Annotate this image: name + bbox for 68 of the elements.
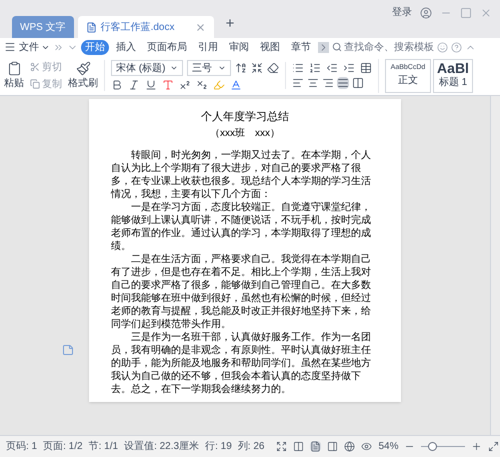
copy-icon: [30, 79, 40, 89]
menu-tab[interactable]: 插入: [112, 40, 140, 54]
paragraph: 三是作为一名班干部，认真做好服务工作。作为一名团员，我有明确的是非观念，有原则性。平时认真做好班主任的助手，能为所能及地服务和帮助同学们。虽然在某些地方我认为自己做的还不够，但我会本着认真的态度坚持做下去。总之，在下一学期我会继续努力的。: [111, 330, 372, 396]
caret-icon: [170, 64, 178, 72]
font-color-icon[interactable]: [230, 79, 242, 91]
bold-icon[interactable]: [111, 79, 123, 91]
brush-icon: [76, 60, 90, 76]
columns-icon[interactable]: [293, 441, 304, 452]
smiley-icon[interactable]: [437, 42, 448, 52]
menu-tab[interactable]: 开始: [81, 40, 109, 54]
menu-tab[interactable]: 章节: [287, 40, 315, 54]
style-preview[interactable]: AaBl 标题 1: [433, 58, 473, 92]
search-icon: [332, 42, 342, 52]
document-tab[interactable]: 行客工作蓝.docx: [78, 16, 214, 38]
menu-tab[interactable]: 审阅: [225, 40, 253, 54]
italic-icon[interactable]: [128, 79, 140, 91]
document-icon: [86, 22, 97, 32]
status-field: 行: 19: [205, 439, 232, 454]
outdent-icon[interactable]: [326, 62, 338, 74]
scissors-icon: [30, 62, 40, 72]
numbered-list-icon[interactable]: [309, 62, 321, 74]
eye-icon[interactable]: [361, 441, 372, 452]
status-field: 页码: 1: [6, 439, 38, 454]
format-painter-button[interactable]: 格式刷: [68, 60, 98, 90]
scroll-right-icon[interactable]: [318, 42, 329, 52]
close-icon[interactable]: [194, 22, 206, 32]
eraser-icon[interactable]: [267, 62, 279, 74]
paragraph: 二是在生活方面，严格要求自己。我觉得在本学期自己有了进步，但是也存在着不足。相比上个学期，生活上我对自己的要求严格了很多，能够做到自己管理自己。在大多数时间我能够在班中做到很好，虽然也有松懈的时候，但经过老师的教育与提醒，我总能及时改正并很好地坚持下来，给同学们起到模范带头作用。: [111, 252, 372, 330]
zoom-in-icon[interactable]: [471, 441, 482, 452]
new-tab-button[interactable]: +: [218, 12, 242, 35]
status-field: 节: 1/1: [88, 439, 118, 454]
table-icon[interactable]: [360, 62, 372, 74]
text-effect-icon[interactable]: [162, 79, 174, 91]
fullscreen-icon[interactable]: [276, 441, 288, 452]
font-select[interactable]: 宋体 (标题): [111, 60, 183, 76]
status-field: 列: 26: [238, 439, 264, 454]
login-link[interactable]: 登录: [392, 5, 412, 20]
file-menu[interactable]: 文件: [19, 40, 50, 54]
status-field: 设置值: 22.3厘米: [124, 439, 200, 454]
zoom-level[interactable]: 54%: [378, 439, 398, 454]
panel-icon[interactable]: [327, 441, 338, 452]
fit-icon[interactable]: [488, 441, 500, 452]
help-icon[interactable]: [451, 42, 462, 52]
slider-thumb[interactable]: [428, 442, 438, 451]
menu-tab[interactable]: 引用: [194, 40, 222, 54]
page-title: 个人年度学习总结: [200, 110, 290, 125]
paste-button[interactable]: 粘贴: [4, 60, 24, 90]
indent-icon[interactable]: [343, 62, 355, 74]
superscript-icon[interactable]: [179, 79, 191, 91]
subscript-icon[interactable]: [196, 79, 208, 91]
page-subtitle: （xxx班 xxx）: [209, 126, 281, 140]
grow-font-icon[interactable]: [235, 62, 247, 74]
menu-tab[interactable]: 页面布局: [143, 40, 191, 54]
page-icon[interactable]: [310, 441, 322, 452]
font-size-select[interactable]: 三号: [187, 60, 231, 76]
shrink-font-icon[interactable]: [251, 62, 263, 74]
search-field[interactable]: 查找命令、搜索模板: [332, 40, 434, 54]
paragraph: 转眼间，时光匆匆，一学期又过去了。在本学期，个人自认为比上个学期有了很大进步，对自己的要求严格了很多，在专业课上收获也很多。现总结个人本学期的学习生活情况，我想，主要有以下几个方面：: [111, 148, 372, 200]
caret-icon: [218, 64, 226, 72]
avatar-icon[interactable]: [420, 6, 432, 18]
status-field: 页面: 1/2: [43, 439, 83, 454]
scrollbar[interactable]: [490, 96, 500, 435]
menu-icon[interactable]: [4, 41, 16, 53]
underline-icon[interactable]: [145, 79, 157, 91]
clipboard-icon: [6, 60, 22, 76]
menu-tab[interactable]: 视图: [256, 40, 284, 54]
paragraph: 一是在学习方面，态度比较端正。自觉遵守课堂纪律，能够做到上课认真听讲，不随便说话，不玩手机，按时完成老师布置的作业。通过认真的学习，本学期取得了理想的成绩。: [111, 200, 372, 252]
globe-icon[interactable]: [344, 441, 356, 452]
